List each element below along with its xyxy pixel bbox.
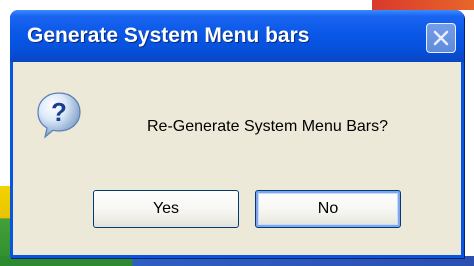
question-icon: ? (37, 92, 81, 139)
background-window-edge (372, 0, 474, 10)
dialog-titlebar[interactable]: Generate System Menu bars (10, 10, 464, 62)
message-dialog: Generate System Menu bars ? Re-Generate … (10, 10, 464, 258)
svg-text:?: ? (51, 97, 67, 127)
close-icon (433, 30, 449, 46)
no-button[interactable]: No (255, 190, 401, 228)
close-button[interactable] (426, 23, 456, 53)
dialog-title: Generate System Menu bars (27, 24, 310, 47)
yes-button[interactable]: Yes (93, 190, 239, 228)
dialog-message: Re-Generate System Menu Bars? (147, 118, 388, 135)
